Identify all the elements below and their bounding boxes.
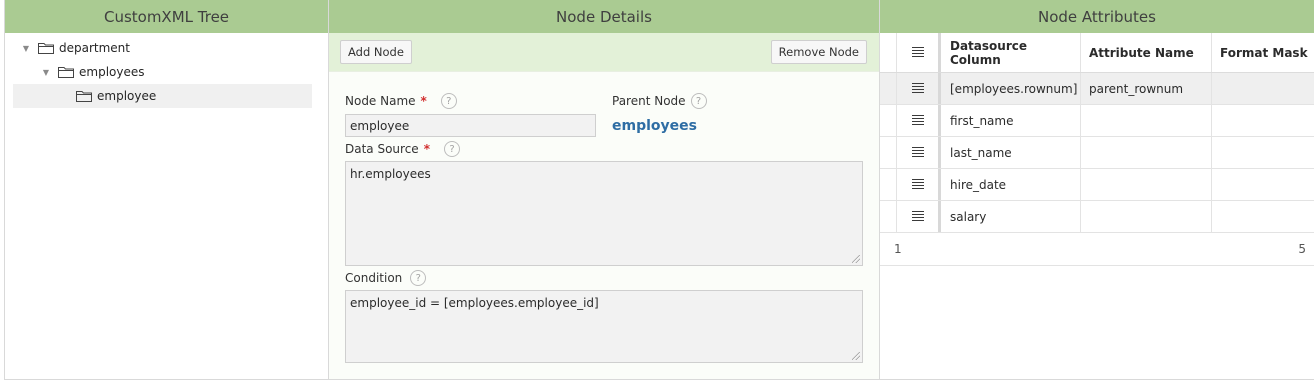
node-name-input[interactable]: employee (345, 114, 596, 137)
node-name-label-group: Node Name * ? (345, 93, 457, 109)
attribute-name-cell[interactable]: parent_rownum (1081, 73, 1212, 104)
resize-grip-icon[interactable] (852, 352, 860, 360)
grid-header-row: Datasource Column Attribute Name Format … (880, 33, 1314, 73)
parent-node-label: Parent Node (612, 94, 686, 108)
table-row[interactable]: last_name (880, 137, 1314, 169)
folder-icon (38, 43, 54, 54)
row-menu-icon[interactable] (911, 211, 924, 222)
node-attributes-panel: Node Attributes Datasource Column Attrib… (880, 0, 1314, 380)
datasource-column-cell[interactable]: first_name (941, 105, 1081, 136)
column-header-attribute-name[interactable]: Attribute Name (1081, 33, 1212, 72)
table-row[interactable]: salary (880, 201, 1314, 233)
parent-node-link[interactable]: employees (612, 118, 697, 134)
resize-grip-icon[interactable] (852, 255, 860, 263)
row-menu-icon[interactable] (911, 83, 924, 94)
table-row[interactable]: [employees.rownum] parent_rownum (880, 73, 1314, 105)
attribute-name-cell[interactable] (1081, 105, 1212, 136)
add-node-button[interactable]: Add Node (340, 40, 412, 64)
chevron-down-icon[interactable]: ▼ (41, 67, 51, 77)
attributes-grid: Datasource Column Attribute Name Format … (880, 33, 1314, 266)
data-source-value: hr.employees (350, 167, 431, 181)
attributes-panel-title: Node Attributes (880, 0, 1314, 33)
column-actions-header[interactable] (897, 33, 941, 72)
datasource-column-cell[interactable]: salary (941, 201, 1081, 232)
node-details-panel: Node Details Add Node Remove Node Node N… (329, 0, 880, 380)
grid-pagination-footer: 1 5 (880, 233, 1314, 266)
pagination-start: 1 (894, 242, 902, 256)
format-mask-cell[interactable] (1212, 201, 1314, 232)
required-marker: * (420, 94, 427, 108)
grid-gutter (880, 73, 897, 104)
help-icon[interactable]: ? (690, 93, 707, 109)
required-marker: * (423, 142, 430, 156)
table-row[interactable]: first_name (880, 105, 1314, 137)
row-menu-icon[interactable] (911, 179, 924, 190)
format-mask-cell[interactable] (1212, 105, 1314, 136)
grid-gutter (880, 201, 897, 232)
tree-panel-title: CustomXML Tree (5, 0, 328, 33)
grid-gutter (880, 105, 897, 136)
format-mask-cell[interactable] (1212, 169, 1314, 200)
grid-gutter (880, 33, 897, 72)
data-source-textarea[interactable]: hr.employees (345, 161, 863, 266)
format-mask-cell[interactable] (1212, 73, 1314, 104)
folder-icon (58, 67, 74, 78)
pagination-end: 5 (1298, 242, 1306, 256)
details-toolbar: Add Node Remove Node (329, 33, 879, 72)
xml-tree: ▼ department ▼ employees employee (5, 33, 328, 108)
column-header-format-mask[interactable]: Format Mask (1212, 33, 1314, 72)
row-menu-cell[interactable] (897, 105, 941, 136)
tree-node-label: department (59, 41, 130, 55)
data-source-label-group: Data Source * ? (345, 141, 460, 157)
tree-node-employees[interactable]: ▼ employees (5, 60, 328, 84)
column-header-datasource[interactable]: Datasource Column (941, 33, 1081, 72)
row-menu-cell[interactable] (897, 169, 941, 200)
help-icon[interactable]: ? (443, 141, 460, 157)
row-menu-icon[interactable] (911, 147, 924, 158)
remove-node-button[interactable]: Remove Node (770, 40, 867, 64)
table-row[interactable]: hire_date (880, 169, 1314, 201)
row-menu-icon[interactable] (911, 115, 924, 126)
tree-node-label: employees (79, 65, 145, 79)
help-icon[interactable]: ? (410, 270, 427, 286)
attribute-name-cell[interactable] (1081, 169, 1212, 200)
datasource-column-cell[interactable]: hire_date (941, 169, 1081, 200)
details-panel-title: Node Details (329, 0, 879, 33)
tree-node-label: employee (97, 89, 157, 103)
parent-node-label-group: Parent Node ? (612, 93, 707, 109)
tree-node-employee[interactable]: employee (13, 84, 312, 108)
datasource-column-cell[interactable]: last_name (941, 137, 1081, 168)
chevron-down-icon[interactable]: ▼ (21, 43, 31, 53)
attribute-name-cell[interactable] (1081, 137, 1212, 168)
row-menu-cell[interactable] (897, 73, 941, 104)
help-icon[interactable]: ? (440, 93, 457, 109)
row-menu-cell[interactable] (897, 137, 941, 168)
customxml-tree-panel: CustomXML Tree ▼ department ▼ employees … (4, 0, 329, 380)
condition-label: Condition (345, 271, 403, 285)
tree-node-department[interactable]: ▼ department (5, 36, 328, 60)
format-mask-cell[interactable] (1212, 137, 1314, 168)
condition-value: employee_id = [employees.employee_id] (350, 296, 599, 310)
row-menu-cell[interactable] (897, 201, 941, 232)
data-source-label: Data Source (345, 142, 419, 156)
node-name-label: Node Name (345, 94, 416, 108)
condition-label-group: Condition ? (345, 270, 427, 286)
menu-icon[interactable] (911, 47, 924, 58)
datasource-column-cell[interactable]: [employees.rownum] (941, 73, 1081, 104)
folder-icon (76, 91, 92, 102)
attribute-name-cell[interactable] (1081, 201, 1212, 232)
condition-textarea[interactable]: employee_id = [employees.employee_id] (345, 290, 863, 363)
grid-gutter (880, 169, 897, 200)
grid-gutter (880, 137, 897, 168)
